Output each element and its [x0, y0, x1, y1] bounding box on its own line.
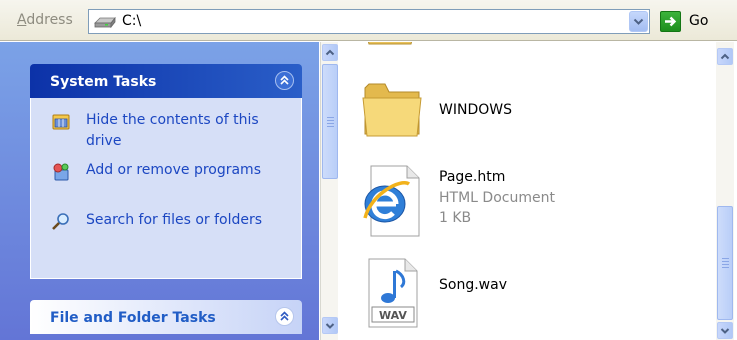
chevron-up-icon	[325, 49, 335, 56]
internet-explorer-icon	[363, 165, 420, 237]
task-pane: System Tasks Hide the contents of this d…	[0, 42, 319, 340]
file-size: 1 KB	[439, 210, 472, 226]
file-type: HTML Document	[439, 190, 555, 206]
task-label[interactable]: Add or remove programs	[86, 160, 271, 181]
task-label[interactable]: Search for files or folders	[86, 210, 271, 231]
scroll-thumb[interactable]	[717, 206, 733, 320]
go-arrow-icon	[660, 11, 681, 32]
wav-audio-icon: WAV	[368, 258, 418, 328]
task-label[interactable]: Hide the contents of this drive	[86, 110, 271, 152]
address-bar: Address C:\ Go	[0, 0, 737, 41]
file-item-windows[interactable]: WINDOWS	[361, 74, 701, 146]
chevron-down-icon	[720, 328, 730, 334]
file-name: Song.wav	[439, 277, 507, 293]
file-item-page-htm[interactable]: Page.htm HTML Document 1 KB	[361, 164, 701, 239]
hard-drive-icon	[94, 16, 116, 28]
search-icon	[52, 213, 69, 230]
folder-icon	[362, 83, 422, 137]
collapse-system-tasks-button[interactable]	[275, 71, 294, 90]
system-tasks-title: System Tasks	[50, 74, 157, 90]
file-and-folder-tasks-title: File and Folder Tasks	[50, 310, 216, 326]
svg-text:WAV: WAV	[379, 309, 407, 322]
add-remove-programs-icon	[53, 163, 69, 181]
scroll-down-button[interactable]	[322, 317, 338, 334]
double-chevron-up-icon	[280, 311, 289, 321]
file-list-scrollbar[interactable]	[716, 42, 734, 340]
chevron-down-icon	[325, 323, 335, 329]
double-chevron-up-icon	[280, 75, 289, 85]
file-and-folder-tasks-header[interactable]: File and Folder Tasks	[30, 300, 302, 334]
scroll-up-button[interactable]	[717, 48, 733, 65]
chevron-down-icon	[633, 18, 644, 25]
address-input[interactable]: C:\	[88, 9, 650, 34]
scroll-down-button[interactable]	[717, 322, 733, 339]
system-tasks-header[interactable]: System Tasks	[30, 64, 302, 98]
scroll-up-button[interactable]	[322, 44, 338, 61]
system-tasks-body: Hide the contents of this drive Add or r…	[30, 98, 302, 279]
scroll-thumb[interactable]	[322, 64, 338, 179]
folder-icon	[367, 42, 413, 45]
system-tasks-panel: System Tasks Hide the contents of this d…	[30, 64, 302, 279]
collapse-file-tasks-button[interactable]	[275, 307, 294, 326]
address-label: Address	[17, 12, 73, 28]
file-and-folder-tasks-panel: File and Folder Tasks	[30, 300, 302, 340]
address-dropdown-button[interactable]	[629, 11, 648, 32]
file-name: Page.htm	[439, 169, 506, 185]
go-label: Go	[689, 13, 709, 29]
go-button[interactable]: Go	[658, 9, 726, 34]
file-item-song-wav[interactable]: WAV Song.wav	[361, 257, 701, 332]
address-path: C:\	[122, 13, 142, 29]
chevron-up-icon	[720, 53, 730, 60]
task-pane-scrollbar[interactable]	[320, 42, 338, 340]
file-list: WINDOWS Page.htm HTML Document 1 KB WAV …	[339, 42, 716, 340]
hide-drive-icon	[52, 114, 70, 130]
file-name: WINDOWS	[439, 102, 512, 118]
